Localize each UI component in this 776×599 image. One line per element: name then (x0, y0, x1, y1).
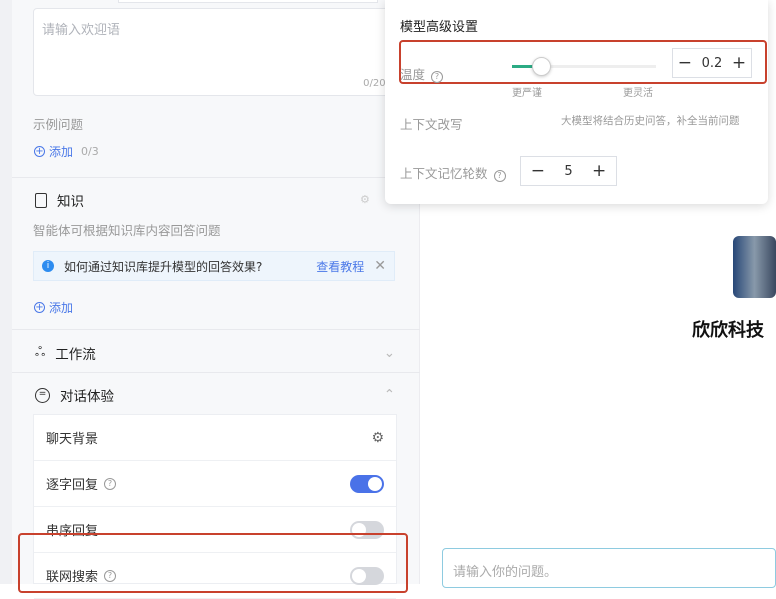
slider-thumb[interactable] (531, 57, 551, 76)
minus-icon[interactable]: − (678, 53, 692, 73)
temperature-slider[interactable] (512, 57, 656, 76)
minus-icon[interactable]: − (531, 161, 545, 181)
knowledge-header: 知识 (35, 190, 84, 210)
document-icon (35, 192, 47, 208)
chat-input[interactable]: 请输入你的问题。 (442, 548, 776, 588)
typewriter-toggle[interactable] (350, 474, 384, 493)
slider-max-label: 更灵活 (623, 88, 653, 99)
plus-icon[interactable]: + (732, 53, 746, 73)
add-label: 添加 (49, 145, 74, 159)
model-settings-popover: 模型高级设置 温度? 更严谨 更灵活 −0.2 + 上下文改写 大模型将结合历史问… (385, 0, 768, 204)
rewrite-label: 上下文改写 (400, 117, 463, 132)
plus-icon: + (34, 302, 45, 313)
dialog-header[interactable]: = 对话体验 ⌃ (35, 385, 395, 405)
close-icon[interactable]: ✕ (374, 258, 386, 274)
workflow-icon: ஃ (35, 345, 46, 360)
memory-value: 5 (564, 163, 573, 179)
config-panel: 请输入欢迎语 0/200 示例问题 + 添加 0/3 知识 ⚙ 智能体可根据知识… (0, 0, 420, 599)
temperature-value: 0.2 (701, 55, 723, 71)
row-label: 逐字回复 (46, 478, 99, 493)
knowledge-tip: i 如何通过知识库提升模型的回答效果? 查看教程 ✕ (33, 251, 395, 281)
slider-min-label: 更严谨 (512, 88, 542, 99)
help-icon: ? (431, 71, 444, 83)
add-label: 添加 (49, 301, 74, 315)
chat-icon: = (35, 387, 50, 403)
knowledge-settings-icon[interactable]: ⚙ (360, 193, 370, 206)
memory-stepper[interactable]: − 5 + (520, 156, 617, 186)
chevron-down-icon: ⌄ (383, 345, 395, 361)
divider (12, 177, 420, 178)
bot-avatar (733, 236, 776, 298)
rewrite-desc: 大模型将结合历史问答，补全当前问题 (561, 115, 740, 127)
help-icon: ? (493, 170, 506, 182)
temperature-label: 温度? (400, 64, 444, 83)
tip-link[interactable]: 查看教程 (316, 258, 364, 275)
knowledge-desc: 智能体可根据知识库内容回答问题 (33, 223, 221, 238)
help-icon: ? (104, 477, 117, 490)
dialog-title: 对话体验 (60, 389, 114, 405)
tip-text: 如何通过知识库提升模型的回答效果? (64, 259, 263, 274)
knowledge-add-button[interactable]: + 添加 (34, 299, 73, 316)
top-field-edge (118, 0, 378, 3)
examples-count: 0/3 (81, 145, 99, 158)
examples-add-button[interactable]: + 添加 0/3 (34, 143, 99, 160)
bot-name: 欣欣科技 (692, 320, 764, 341)
chevron-up-icon: ⌃ (383, 387, 395, 403)
divider (12, 372, 420, 373)
row-chat-background: 聊天背景 ⚙ (34, 415, 396, 461)
row-label: 聊天背景 (46, 432, 99, 447)
plus-icon: + (34, 146, 45, 157)
chat-input-placeholder: 请输入你的问题。 (453, 565, 558, 580)
popover-title: 模型高级设置 (400, 20, 479, 35)
welcome-placeholder: 请输入欢迎语 (42, 23, 121, 38)
row-typewriter-reply: 逐字回复? (34, 461, 396, 507)
knowledge-title: 知识 (57, 194, 84, 210)
highlight-box (18, 533, 408, 593)
divider (12, 329, 420, 330)
workflow-header[interactable]: ஃ 工作流 ⌄ (35, 343, 395, 363)
temperature-stepper[interactable]: −0.2 + (672, 48, 752, 78)
plus-icon[interactable]: + (592, 161, 606, 181)
memory-label: 上下文记忆轮数? (400, 163, 506, 182)
info-icon: i (42, 260, 54, 272)
workflow-title: 工作流 (55, 347, 96, 363)
welcome-textarea[interactable]: 请输入欢迎语 0/200 (33, 8, 393, 96)
examples-label: 示例问题 (33, 117, 84, 132)
panel-edge (0, 0, 12, 584)
gear-icon[interactable]: ⚙ (371, 430, 384, 446)
